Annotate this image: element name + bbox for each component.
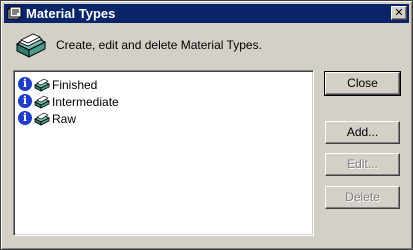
list-item-label: Finished: [52, 78, 98, 92]
delete-button[interactable]: Delete: [325, 186, 400, 209]
material-stack-icon: [34, 112, 50, 126]
app-icon: [7, 6, 22, 20]
info-icon: i: [18, 111, 32, 125]
add-button[interactable]: Add...: [325, 121, 400, 144]
edit-button[interactable]: Edit...: [325, 153, 400, 176]
list-item-label: Raw: [52, 112, 77, 126]
list-item-label: Intermediate: [52, 95, 119, 109]
info-icon: i: [18, 94, 32, 108]
window-title: Material Types: [26, 6, 116, 21]
close-button[interactable]: Close: [324, 71, 401, 96]
list-item-raw[interactable]: i Raw: [18, 110, 298, 127]
list-item-finished[interactable]: i Finished: [18, 76, 298, 93]
close-window-button[interactable]: ✕: [391, 6, 407, 20]
material-type-list[interactable]: i Finished i Intermediate i Raw: [13, 70, 314, 236]
material-stack-icon: [34, 78, 50, 92]
close-icon: ✕: [394, 7, 404, 19]
card-stack-icon: [15, 33, 47, 58]
material-stack-icon: [34, 95, 50, 109]
material-types-dialog: Material Types ✕ Create, edit and delete…: [0, 0, 413, 250]
header-description: Create, edit and delete Material Types.: [56, 38, 262, 52]
list-item-intermediate[interactable]: i Intermediate: [18, 93, 298, 110]
title-bar[interactable]: Material Types ✕: [4, 4, 409, 23]
info-icon: i: [18, 77, 32, 91]
